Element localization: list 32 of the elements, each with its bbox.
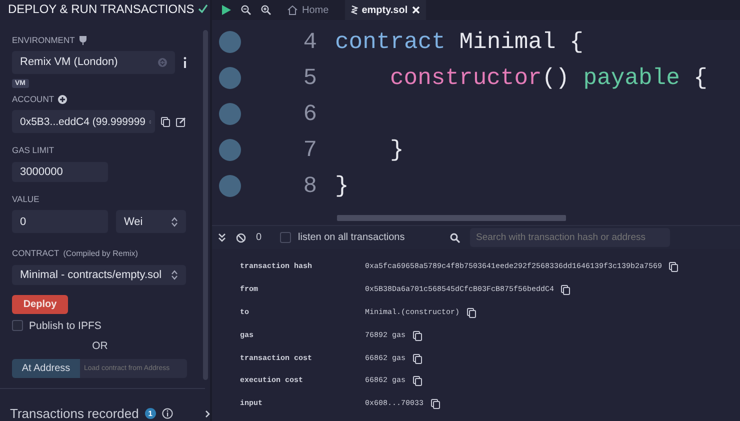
gas-limit-field[interactable]: 3000000 (12, 162, 108, 182)
field-label: ACCOUNT (12, 94, 54, 104)
code-line: constructor() payable { (389, 65, 708, 91)
checkbox-label: Publish to IPFS (29, 320, 102, 332)
code-line: } (335, 173, 349, 199)
unit-select[interactable]: Wei (116, 210, 186, 234)
line-number: 8 (302, 173, 317, 199)
panel-title: DEPLOY & RUN TRANSACTIONS (8, 2, 194, 16)
checkbox-label: listen on all transactions (298, 232, 406, 243)
line-number: 5 (302, 65, 317, 91)
environment-select[interactable]: Remix VM (London) (12, 50, 175, 74)
account-select[interactable]: 0x5B3...eddC4 (99.999999 (12, 110, 155, 134)
line-number: 7 (302, 137, 317, 163)
code-line: } (389, 137, 404, 163)
line-number: 4 (302, 29, 317, 55)
field-label: CONTRACT (12, 248, 60, 258)
or-separator: OR (92, 340, 108, 352)
search-field[interactable]: Search with transaction hash or address (470, 228, 670, 247)
pending-count: 0 (256, 232, 263, 243)
field-label: VALUE (12, 194, 40, 204)
compiler-note: (Compiled by Remix) (63, 248, 138, 258)
at-address-button[interactable]: At Address (12, 358, 80, 378)
editor-tab[interactable]: Home (281, 0, 335, 20)
line-number: 6 (302, 101, 317, 127)
field-label: GAS LIMIT (12, 144, 54, 155)
code-line: contract Minimal { (335, 29, 584, 55)
section-title[interactable]: Transactions recorded (10, 406, 139, 421)
field-label: ENVIRONMENT (12, 34, 75, 45)
contract-select[interactable]: Minimal - contracts/empty.sol (12, 264, 186, 285)
editor-tab[interactable]: empty.sol (344, 0, 426, 20)
value-field[interactable]: 0 (12, 210, 108, 234)
deploy-button[interactable]: Deploy (12, 294, 68, 314)
